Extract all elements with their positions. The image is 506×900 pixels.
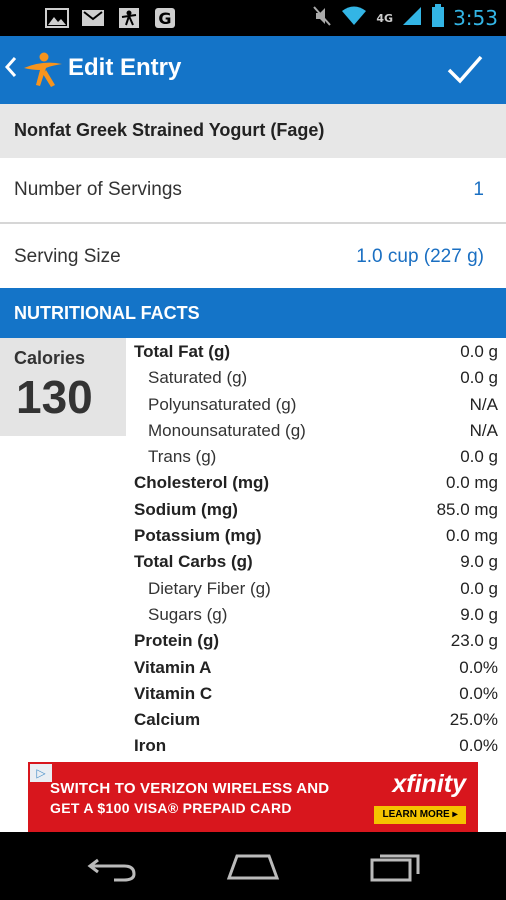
svg-text:G: G [158, 9, 171, 28]
status-bar: G 4G 3:53 [0, 0, 506, 36]
clock: 3:53 [453, 6, 498, 30]
nutrient-label: Sodium (mg) [134, 499, 238, 519]
nutrient-label: Protein (g) [134, 631, 219, 651]
myfitnesspal-logo-icon [22, 50, 64, 88]
serving-size-value[interactable]: 1.0 cup (227 g) [356, 246, 484, 268]
serving-size-label: Serving Size [14, 246, 121, 267]
nutrient-label: Saturated (g) [148, 368, 248, 388]
nutrient-value: 0.0 g [460, 368, 498, 388]
learn-more-button[interactable]: LEARN MORE ▸ [374, 806, 466, 824]
calories-value: 130 [16, 371, 93, 423]
ad-banner[interactable]: ▷ SWITCH TO VERIZON WIRELESS AND GET A $… [28, 762, 478, 832]
notification-icons: G [44, 6, 178, 30]
nutrient-label: Total Fat (g) [134, 342, 230, 361]
nutrient-value: 0.0% [459, 736, 498, 756]
nutrient-value: 23.0 g [450, 631, 498, 651]
recent-apps-icon[interactable] [368, 848, 424, 884]
nutrient-row: Total Fat (g) 0.0 g [134, 340, 500, 366]
up-button[interactable] [0, 36, 66, 104]
serving-size-row[interactable]: Serving Size 1.0 cup (227 g) [0, 224, 506, 288]
nutrient-value: 9.0 g [460, 552, 498, 572]
nutrient-value: 85.0 mg [436, 499, 498, 519]
nutrient-row: Polyunsaturated (g) N/A [134, 393, 500, 419]
chevron-left-icon [4, 54, 18, 87]
nutrient-label: Sugars (g) [148, 604, 228, 624]
nutrient-row: Vitamin A 0.0% [134, 656, 500, 682]
nutrient-label: Dietary Fiber (g) [148, 578, 271, 598]
ad-headline: SWITCH TO VERIZON WIRELESS AND [50, 780, 330, 797]
calories-label: Calories [14, 348, 86, 368]
back-icon[interactable] [84, 848, 140, 884]
nutrient-value: N/A [469, 394, 498, 414]
nutrient-value: 0.0 g [460, 447, 498, 467]
screen-title: Edit Entry [68, 54, 182, 81]
nutrient-label: Vitamin A [134, 657, 212, 677]
nutrient-value: 0.0% [459, 657, 498, 677]
nutrient-row: Trans (g) 0.0 g [134, 445, 500, 471]
nutrient-label: Polyunsaturated (g) [148, 394, 297, 414]
ad-choices-icon[interactable]: ▷ [30, 764, 52, 782]
nutrient-row: Cholesterol (mg) 0.0 mg [134, 471, 500, 497]
nutrient-value: 0.0 g [460, 578, 498, 598]
food-name: Nonfat Greek Strained Yogurt (Fage) [0, 104, 506, 158]
battery-icon [431, 4, 445, 32]
signal-icon [401, 5, 423, 31]
nutrient-label: Iron [134, 736, 167, 756]
nutrient-label: Vitamin C [134, 683, 213, 703]
navigation-bar [0, 832, 506, 900]
google-icon: G [152, 6, 178, 30]
nutritional-facts-header: NUTRITIONAL FACTS [0, 288, 506, 338]
nutrient-value: 0.0% [459, 683, 498, 703]
nutrient-row: Total Carbs (g) 9.0 g [134, 550, 500, 576]
nutrient-label: Monounsaturated (g) [148, 420, 306, 440]
nutrient-row: Sodium (mg) 85.0 mg [134, 498, 500, 524]
nutrient-value: 0.0 g [460, 342, 498, 361]
nutrient-row: Dietary Fiber (g) 0.0 g [134, 577, 500, 603]
myfitnesspal-icon [116, 6, 142, 30]
mute-icon [312, 5, 332, 31]
nutrient-row: Protein (g) 23.0 g [134, 629, 500, 655]
nutrient-value: 0.0 mg [446, 526, 498, 546]
nutrient-label: Trans (g) [148, 447, 217, 467]
gmail-icon [80, 6, 106, 30]
nutrients-table: Total Fat (g) 0.0 g Saturated (g) 0.0 g Poly… [134, 340, 500, 761]
wifi-icon [340, 5, 368, 31]
nutrient-label: Potassium (mg) [134, 526, 262, 546]
nutrient-row: Potassium (mg) 0.0 mg [134, 524, 500, 550]
servings-row[interactable]: Number of Servings 1 [0, 158, 506, 222]
nutrient-value: 25.0% [449, 710, 498, 730]
nutrient-value: 9.0 g [460, 604, 498, 624]
network-type: 4G [376, 11, 394, 25]
servings-label: Number of Servings [14, 179, 182, 200]
calories-box: Calories 130 [0, 338, 126, 436]
nutrient-row: Saturated (g) 0.0 g [134, 366, 500, 392]
servings-value[interactable]: 1 [473, 179, 484, 201]
system-icons: 4G 3:53 [312, 4, 498, 32]
nutrient-row: Calcium 25.0% [134, 708, 500, 734]
nutrient-row: Sugars (g) 9.0 g [134, 603, 500, 629]
nutrient-label: Total Carbs (g) [134, 552, 253, 572]
nutrient-row: Monounsaturated (g) N/A [134, 419, 500, 445]
nutrient-row: Iron 0.0% [134, 734, 500, 760]
ad-brand-logo: xfinity [392, 770, 466, 798]
check-icon[interactable] [446, 50, 484, 88]
action-bar: Edit Entry [0, 36, 506, 104]
nutrient-value: 0.0 mg [446, 473, 498, 493]
nutrient-label: Cholesterol (mg) [134, 473, 270, 493]
home-icon[interactable] [225, 848, 281, 884]
nutrient-value: N/A [469, 420, 498, 440]
image-icon [44, 6, 70, 30]
ad-subline: GET A $100 VISA® PREPAID CARD [50, 800, 292, 816]
nutrient-label: Calcium [134, 710, 201, 730]
nutrient-row: Vitamin C 0.0% [134, 682, 500, 708]
